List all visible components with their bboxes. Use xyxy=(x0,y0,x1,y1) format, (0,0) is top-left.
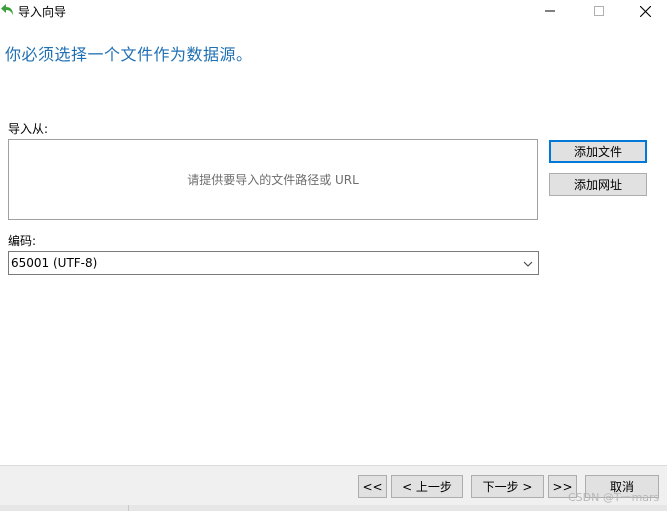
page-heading: 你必须选择一个文件作为数据源。 xyxy=(5,45,253,64)
file-path-input[interactable]: 请提供要导入的文件路径或 URL xyxy=(8,139,538,220)
watermark-text: CSDN @T一mars xyxy=(568,491,660,504)
back-arrow-icon xyxy=(1,3,15,17)
chevron-down-icon xyxy=(523,258,533,268)
footer-divider xyxy=(128,505,129,511)
first-step-button[interactable]: << xyxy=(358,475,387,498)
next-step-button[interactable]: 下一步 > xyxy=(471,475,544,498)
minimize-icon xyxy=(545,10,555,12)
close-icon xyxy=(639,5,651,17)
maximize-button[interactable] xyxy=(576,0,622,22)
maximize-icon xyxy=(594,6,604,16)
minimize-button[interactable] xyxy=(527,0,573,22)
import-wizard-window: 导入向导 你必须选择一个文件作为数据源。 导入从: 请提供要导入的文件路径或 U… xyxy=(0,0,667,511)
file-path-placeholder: 请提供要导入的文件路径或 URL xyxy=(187,173,359,187)
encoding-label: 编码: xyxy=(8,234,37,248)
encoding-select[interactable]: 65001 (UTF-8) xyxy=(8,251,539,275)
import-from-label: 导入从: xyxy=(8,122,49,136)
add-file-button[interactable]: 添加文件 xyxy=(549,140,647,163)
previous-step-button[interactable]: < 上一步 xyxy=(391,475,463,498)
footer-bottom-strip xyxy=(0,505,667,511)
add-url-button[interactable]: 添加网址 xyxy=(549,173,647,196)
title-bar: 导入向导 xyxy=(0,0,667,22)
encoding-value: 65001 (UTF-8) xyxy=(11,256,98,270)
window-title: 导入向导 xyxy=(18,5,67,19)
close-button[interactable] xyxy=(622,0,667,22)
